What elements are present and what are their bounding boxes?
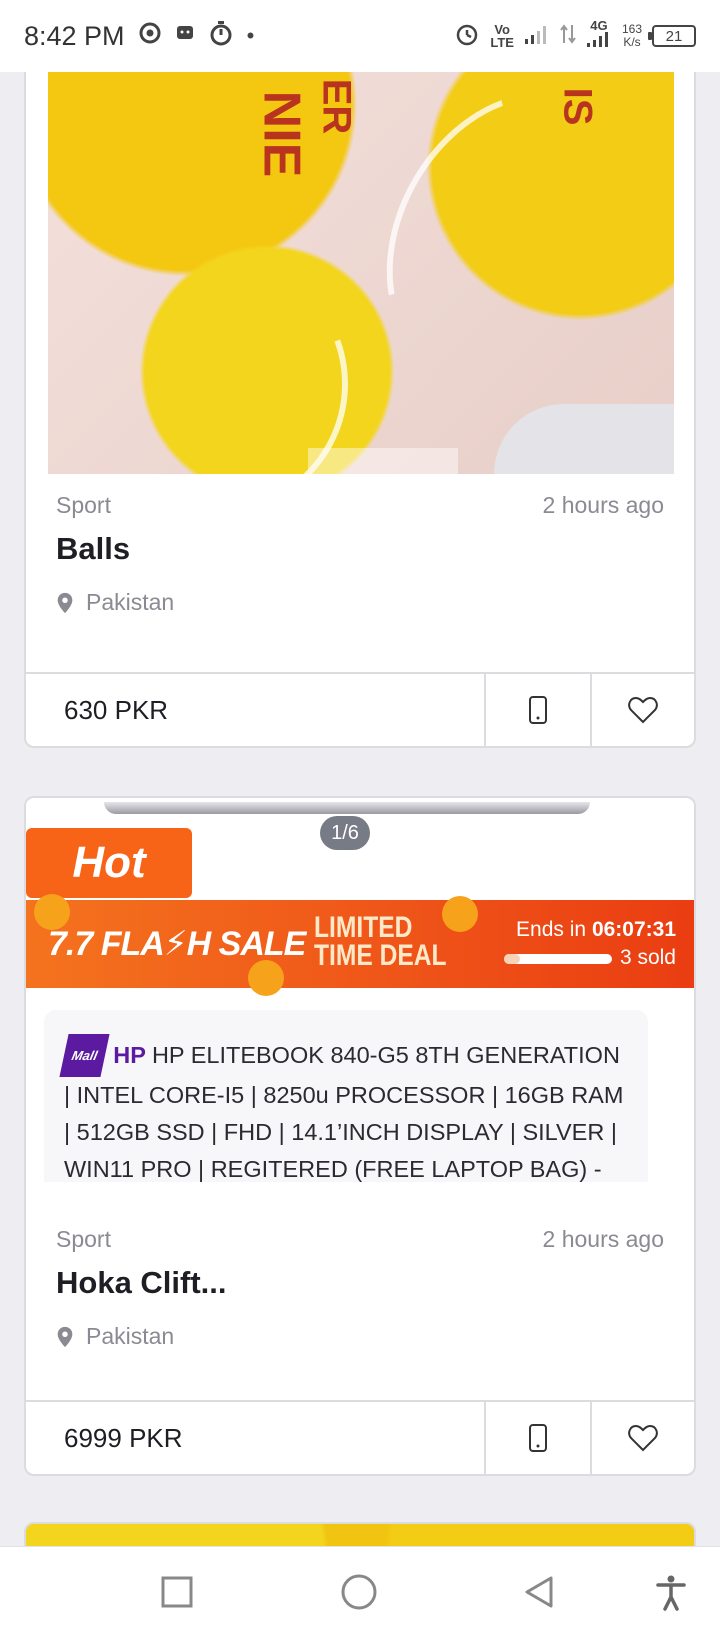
brand-name: HP xyxy=(113,1042,146,1068)
call-button[interactable] xyxy=(484,674,590,746)
chrome-icon xyxy=(139,22,161,50)
listing-meta: Sport 2 hours ago Balls Pakistan xyxy=(56,492,664,616)
listing-location: Pakistan xyxy=(56,1323,664,1350)
status-right-group: Vo LTE 4G 163 K/s 21 xyxy=(454,19,696,53)
accessibility-icon xyxy=(656,1575,686,1611)
listing-price: 6999 PKR xyxy=(64,1422,183,1453)
ball-seam xyxy=(48,211,391,474)
phone-icon xyxy=(529,696,547,724)
price-bar: 6999 PKR xyxy=(26,1400,694,1474)
sold-count: 3 sold xyxy=(619,946,676,969)
home-button[interactable] xyxy=(340,1573,378,1611)
listing-price: 630 PKR xyxy=(64,694,169,725)
alarm-icon xyxy=(454,21,480,52)
location-pin-icon xyxy=(57,1326,73,1347)
volte-indicator: Vo LTE xyxy=(490,23,514,49)
ball-seam xyxy=(337,72,674,419)
price-bar: 630 PKR xyxy=(26,672,694,746)
flash-sale-banner[interactable]: 7.7 FLA⚡H SALE LIMITED TIME DEAL Ends in… xyxy=(26,894,694,996)
call-button[interactable] xyxy=(484,1402,590,1474)
listing-meta: Sport 2 hours ago Hoka Clift... Pakistan xyxy=(56,1226,664,1350)
net-type: 4G xyxy=(590,18,608,33)
product-text: HP ELITEBOOK 840-G5 8TH GENERATION | INT… xyxy=(64,1042,624,1182)
heart-icon xyxy=(628,1424,658,1452)
countdown: Ends in 06:07:31 xyxy=(516,918,676,942)
location-pin-icon xyxy=(57,592,73,613)
status-time: 8:42 PM xyxy=(24,20,125,51)
image-corner-shape xyxy=(494,404,674,474)
listing-posted-time: 2 hours ago xyxy=(542,492,664,518)
listing-card[interactable] xyxy=(24,1522,696,1546)
dot-icon: • xyxy=(246,23,255,48)
listing-image[interactable]: NIE ER IS xyxy=(48,72,674,474)
listing-location: Pakistan xyxy=(56,589,664,616)
ball-print-2: ER xyxy=(314,78,359,135)
listing-title[interactable]: Balls xyxy=(56,531,664,567)
listing-posted-time: 2 hours ago xyxy=(542,1226,664,1252)
battery-indicator: 21 xyxy=(648,25,696,47)
listing-image[interactable] xyxy=(26,1524,694,1546)
image-counter: 1/6 xyxy=(320,816,370,850)
listing-card[interactable]: 1/6 Hot 7.7 FLA⚡H SALE LIMITED TIME DEAL… xyxy=(24,796,696,1476)
hot-badge: Hot xyxy=(26,828,192,898)
mall-badge: Mall xyxy=(59,1034,110,1077)
message-icon xyxy=(175,23,195,49)
listing-location-text: Pakistan xyxy=(86,589,175,615)
listing-feed[interactable]: NIE ER IS Sport 2 hours ago Balls Pakist… xyxy=(0,72,720,1546)
phone-icon xyxy=(529,1424,547,1452)
sold-progress-bar xyxy=(504,954,612,964)
data-arrows-icon xyxy=(560,23,576,50)
square-icon xyxy=(161,1576,193,1608)
signal-icon-1 xyxy=(524,23,550,50)
laptop-image xyxy=(104,802,590,814)
alarm-clock-icon xyxy=(248,960,284,996)
flash-sale-title: 7.7 FLA⚡H SALE xyxy=(48,925,306,963)
timer-icon xyxy=(209,20,233,52)
countdown-time: 06:07:31 xyxy=(591,918,676,941)
limited-line-1: LIMITED xyxy=(314,911,413,944)
countdown-label: Ends in xyxy=(516,918,587,941)
system-nav-bar xyxy=(0,1546,720,1640)
image-thumb xyxy=(308,448,458,474)
product-description[interactable]: Mall HP HP ELITEBOOK 840-G5 8TH GENERATION… xyxy=(44,1010,648,1182)
signal-icon-2 xyxy=(586,32,612,53)
speed-indicator: 163 K/s xyxy=(622,23,642,49)
back-button[interactable] xyxy=(522,1575,556,1609)
status-bar: 8:42 PM • Vo LTE 4G 163 K/s 21 xyxy=(0,0,720,72)
recents-button[interactable] xyxy=(160,1575,194,1609)
limited-line-2: TIME DEAL xyxy=(314,939,447,972)
sold-progress-fill xyxy=(504,954,521,964)
volte-bottom: LTE xyxy=(490,35,514,50)
listing-title[interactable]: Hoka Clift... xyxy=(56,1265,664,1301)
speed-unit: K/s xyxy=(623,35,641,49)
heart-icon xyxy=(628,696,658,724)
listing-location-text: Pakistan xyxy=(86,1323,175,1349)
triangle-back-icon xyxy=(525,1576,553,1608)
ball-print-1: NIE xyxy=(252,90,311,178)
accessibility-button[interactable] xyxy=(656,1575,686,1611)
favorite-button[interactable] xyxy=(590,1402,694,1474)
limited-time-deal: LIMITED TIME DEAL xyxy=(314,911,447,972)
favorite-button[interactable] xyxy=(590,674,694,746)
circle-icon xyxy=(341,1574,377,1610)
listing-card[interactable]: NIE ER IS Sport 2 hours ago Balls Pakist… xyxy=(24,72,696,748)
speed-value: 163 xyxy=(621,22,642,36)
alarm-clock-icon xyxy=(442,896,478,932)
